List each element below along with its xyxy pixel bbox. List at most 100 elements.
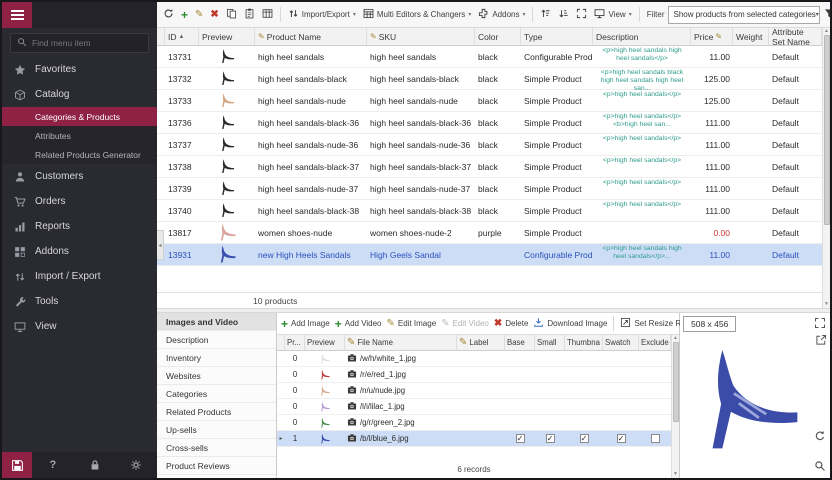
menu-search-input[interactable]: [32, 38, 142, 48]
header-exclude[interactable]: Exclude: [639, 335, 671, 350]
header-label[interactable]: ✎Label: [457, 335, 505, 350]
addons-menu[interactable]: Addons▾: [475, 6, 528, 23]
tab-images-and-video[interactable]: Images and Video: [157, 313, 276, 331]
image-row[interactable]: 0/g/r/green_2.jpg: [277, 415, 671, 431]
menu-toggle-button[interactable]: [2, 2, 32, 28]
header-sku[interactable]: ✎SKU: [367, 28, 475, 45]
header-thumbnail[interactable]: Thumbna: [565, 335, 603, 350]
sidebar-item-customers[interactable]: Customers: [2, 164, 157, 189]
table-row[interactable]: 13731high heel sandalshigh heel sandalsb…: [157, 46, 822, 68]
sidebar-item-tools[interactable]: Tools: [2, 289, 157, 314]
header-description[interactable]: Description: [593, 28, 691, 45]
header-attribute-set[interactable]: Attribute Set Name: [769, 28, 822, 45]
tab-product-reviews[interactable]: Product Reviews: [157, 457, 276, 475]
sort-desc-button[interactable]: [555, 6, 572, 23]
open-external-icon[interactable]: [815, 334, 827, 348]
header-color[interactable]: Color: [475, 28, 521, 45]
exclude-checkbox[interactable]: [651, 434, 660, 443]
sidebar-search[interactable]: [10, 33, 149, 53]
download-image-button[interactable]: Download Image: [531, 315, 609, 332]
settings-button[interactable]: [115, 459, 157, 471]
delete-image-button[interactable]: ✖Delete: [492, 316, 531, 331]
table-row[interactable]: 13732high heel sandals-blackhigh heel sa…: [157, 68, 822, 90]
table-row[interactable]: 13733high heel sandals-nudehigh heel san…: [157, 90, 822, 112]
header-product-name[interactable]: ✎Product Name: [255, 28, 367, 45]
sidebar-item-categories-products[interactable]: Categories & Products: [2, 107, 157, 126]
image-row[interactable]: 0/w/h/white_1.jpg: [277, 351, 671, 367]
fit-columns-button[interactable]: [573, 6, 590, 23]
header-preview[interactable]: Preview: [199, 28, 255, 45]
tab-description[interactable]: Description: [157, 331, 276, 349]
thumb-checkbox[interactable]: ✓: [580, 434, 589, 443]
scrollbar-thumb[interactable]: [824, 35, 830, 225]
add-product-button[interactable]: +: [178, 8, 191, 22]
header-swatch[interactable]: Swatch: [603, 335, 639, 350]
view-menu[interactable]: View▾: [591, 6, 634, 23]
sidebar-item-attributes[interactable]: Attributes: [2, 126, 157, 145]
sidebar-item-view[interactable]: View: [2, 314, 157, 339]
add-image-button[interactable]: +Add Image: [279, 317, 332, 331]
header-id[interactable]: ID▲: [165, 28, 199, 45]
sidebar-item-addons[interactable]: Addons: [2, 239, 157, 264]
tab-related-products[interactable]: Related Products: [157, 403, 276, 421]
columns-button[interactable]: [259, 6, 276, 23]
add-video-button[interactable]: +Add Video: [333, 317, 384, 331]
tab-inventory[interactable]: Inventory: [157, 349, 276, 367]
scrollbar-thumb[interactable]: [673, 342, 679, 422]
grid-vertical-scrollbar[interactable]: ▲ ▼: [822, 28, 830, 308]
import-export-menu[interactable]: Import/Export▾: [285, 6, 359, 23]
save-button[interactable]: [2, 452, 32, 478]
table-row[interactable]: ▸13931new High Heels SandalsHigh Geels S…: [157, 244, 822, 266]
base-checkbox[interactable]: ✓: [516, 434, 525, 443]
swatch-checkbox[interactable]: ✓: [617, 434, 626, 443]
sort-asc-button[interactable]: [537, 6, 554, 23]
header-preview[interactable]: Preview: [305, 335, 345, 350]
refresh-button[interactable]: [160, 6, 177, 23]
table-row[interactable]: 13817women shoes-nudewomen shoes-nude-2p…: [157, 222, 822, 244]
sidebar-item-import-export[interactable]: Import / Export: [2, 264, 157, 289]
images-grid-scrollbar[interactable]: ▲ ▼: [671, 335, 679, 478]
edit-video-button[interactable]: ✎Edit Video: [439, 316, 491, 331]
tab-websites[interactable]: Websites: [157, 367, 276, 385]
image-row[interactable]: ▸1/b/l/blue_6.jpg✓✓✓✓: [277, 431, 671, 447]
header-price[interactable]: Price✎: [691, 28, 733, 45]
category-filter-select[interactable]: Show products from selected categories ▾: [668, 6, 820, 24]
zoom-icon[interactable]: [814, 460, 826, 474]
fullscreen-icon[interactable]: [814, 317, 826, 331]
sidebar-item-catalog[interactable]: Catalog: [2, 82, 157, 107]
filters-button[interactable]: Filters▾: [821, 6, 832, 23]
table-row[interactable]: 13737high heel sandals-nude-36high heel …: [157, 134, 822, 156]
paste-button[interactable]: [241, 6, 258, 23]
header-weight[interactable]: Weight: [733, 28, 769, 45]
cell-preview: [199, 244, 255, 265]
small-checkbox[interactable]: ✓: [546, 434, 555, 443]
sidebar-item-reports[interactable]: Reports: [2, 214, 157, 239]
tab-up-sells[interactable]: Up-sells: [157, 421, 276, 439]
image-row[interactable]: 0/r/e/red_1.jpg: [277, 367, 671, 383]
copy-button[interactable]: [223, 6, 240, 23]
lock-button[interactable]: [74, 459, 116, 471]
table-row[interactable]: 13736high heel sandals-black-36high heel…: [157, 112, 822, 134]
table-row[interactable]: 13738high heel sandals-black-37high heel…: [157, 156, 822, 178]
multi-editors-menu[interactable]: Multi Editors & Changers▾: [360, 6, 475, 23]
tab-categories[interactable]: Categories: [157, 385, 276, 403]
edit-product-button[interactable]: ✎: [192, 7, 206, 22]
image-row[interactable]: 0/n/u/nude.jpg: [277, 383, 671, 399]
header-base[interactable]: Base: [505, 335, 535, 350]
delete-product-button[interactable]: ✖: [207, 7, 221, 22]
table-row[interactable]: 13740high heel sandals-black-38high heel…: [157, 200, 822, 222]
header-position[interactable]: Pr...: [285, 335, 305, 350]
sidebar-collapse-handle[interactable]: ◂: [157, 230, 164, 260]
header-file-name[interactable]: ✎File Name: [345, 335, 457, 350]
edit-image-button[interactable]: ✎Edit Image: [385, 316, 439, 331]
sidebar-item-related-products-generator[interactable]: Related Products Generator: [2, 145, 157, 164]
rotate-icon[interactable]: [814, 430, 826, 444]
tab-cross-sells[interactable]: Cross-sells: [157, 439, 276, 457]
image-row[interactable]: 0/l/i/lilac_1.jpg: [277, 399, 671, 415]
header-small[interactable]: Small: [535, 335, 565, 350]
sidebar-item-favorites[interactable]: Favorites: [2, 57, 157, 82]
table-row[interactable]: 13739high heel sandals-nude-37high heel …: [157, 178, 822, 200]
sidebar-item-orders[interactable]: Orders: [2, 189, 157, 214]
header-type[interactable]: Type: [521, 28, 593, 45]
help-button[interactable]: ?: [32, 459, 74, 471]
